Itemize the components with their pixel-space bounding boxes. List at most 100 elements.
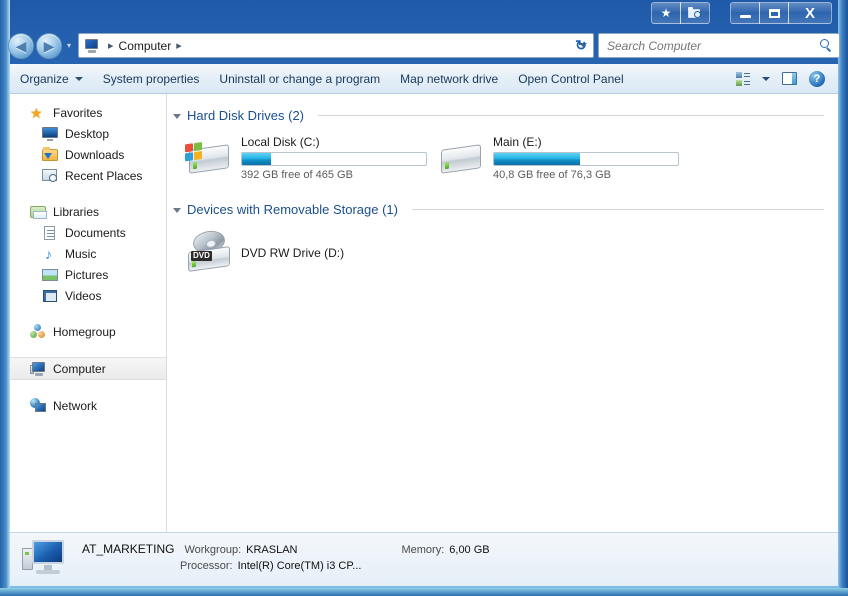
toolbar-label: Organize (20, 71, 69, 86)
breadcrumb-separator-trailing[interactable]: ▸ (171, 39, 187, 52)
pictures-icon (42, 267, 58, 283)
file-list-pane[interactable]: Hard Disk Drives (2) Local Disk (C:) 392… (167, 94, 838, 532)
sidebar-item-label: Desktop (65, 126, 110, 141)
sidebar-item-favorites[interactable]: ★ Favorites (10, 102, 166, 123)
sidebar-item-downloads[interactable]: Downloads (10, 144, 166, 165)
toolbar-label: Open Control Panel (518, 71, 624, 86)
change-view-dropdown[interactable] (758, 68, 774, 90)
group-header-devices-with-removable-storage[interactable]: Devices with Removable Storage (1) (167, 198, 830, 220)
command-toolbar: Organize System properties Uninstall or … (10, 64, 838, 94)
navigation-bar: ◀ ▶ ▾ ▸ Computer ▸ ↻ (0, 28, 848, 64)
details-pane: AT_MARKETING Workgroup: KRASLAN Memory: … (10, 532, 838, 586)
sidebar-item-label: Network (53, 398, 98, 413)
hard-drive-icon (437, 135, 485, 183)
toolbar-item-open-control-panel[interactable]: Open Control Panel (508, 68, 633, 90)
title-bar: ★ X (0, 0, 848, 28)
sidebar-item-music[interactable]: ♪ Music (10, 243, 166, 264)
system-hard-drive-icon (185, 135, 233, 183)
sidebar-item-label: Recent Places (65, 168, 143, 183)
chevron-down-icon (762, 76, 770, 81)
sidebar-item-libraries[interactable]: Libraries (10, 201, 166, 222)
navigation-pane[interactable]: ★ Favorites Desktop Downloads Recent Pla… (10, 94, 167, 532)
collapse-triangle-icon[interactable] (173, 207, 181, 213)
sidebar-item-recent-places[interactable]: Recent Places (10, 165, 166, 186)
computer-name: AT_MARKETING (82, 541, 175, 556)
close-button[interactable]: X (788, 2, 832, 24)
history-button[interactable] (680, 2, 710, 24)
processor-label: Processor: (180, 559, 233, 572)
refresh-button[interactable]: ↻ (570, 34, 592, 57)
change-view-button[interactable] (730, 68, 756, 90)
star-icon: ★ (30, 104, 43, 121)
address-bar[interactable]: ▸ Computer ▸ (78, 33, 594, 58)
minimize-button[interactable] (730, 2, 760, 24)
toolbar-item-map-network-drive[interactable]: Map network drive (390, 68, 508, 90)
toolbar-item-system-properties[interactable]: System properties (93, 68, 210, 90)
workgroup-value: KRASLAN (246, 543, 298, 556)
sidebar-item-label: Favorites (53, 105, 103, 120)
breadcrumb-item-computer[interactable]: Computer (119, 39, 172, 53)
drive-free-space: 40,8 GB free of 76,3 GB (493, 169, 612, 181)
computer-icon (30, 361, 46, 377)
toolbar-label: Map network drive (400, 71, 499, 86)
group-header-hard-disk-drives[interactable]: Hard Disk Drives (2) (167, 104, 830, 126)
back-button[interactable]: ◀ (8, 33, 34, 59)
title-bar-extra-buttons: ★ (651, 2, 710, 24)
group-rule (318, 114, 824, 116)
toolbar-item-uninstall-or-change-a-program[interactable]: Uninstall or change a program (209, 68, 390, 90)
breadcrumb-separator-leading[interactable]: ▸ (103, 39, 119, 52)
forward-button[interactable]: ▶ (36, 33, 62, 59)
folder-clock-icon (688, 7, 702, 19)
search-box[interactable] (598, 33, 840, 58)
window-frame-right (838, 0, 848, 596)
sidebar-item-homegroup[interactable]: Homegroup (10, 321, 166, 342)
downloads-folder-icon (42, 146, 58, 163)
details-line-1: AT_MARKETING Workgroup: KRASLAN Memory: … (82, 542, 838, 560)
toolbar-item-organize[interactable]: Organize (10, 68, 93, 90)
sidebar-item-pictures[interactable]: Pictures (10, 264, 166, 285)
collapse-triangle-icon[interactable] (173, 113, 181, 119)
favorites-star-button[interactable]: ★ (651, 2, 681, 24)
chevron-down-icon (74, 76, 83, 81)
back-arrow-icon: ◀ (15, 38, 27, 54)
memory-label: Memory: (401, 543, 445, 556)
sidebar-item-network[interactable]: Network (10, 395, 166, 416)
maximize-button[interactable] (759, 2, 789, 24)
group-rule (411, 208, 824, 210)
sidebar-item-documents[interactable]: Documents (10, 222, 166, 243)
computer-icon (22, 538, 72, 582)
preview-pane-button[interactable] (776, 68, 802, 90)
sidebar-item-label: Music (65, 246, 97, 261)
search-icon (819, 38, 833, 53)
sidebar-item-label: Downloads (65, 147, 125, 162)
videos-icon (42, 288, 58, 304)
sidebar-item-computer[interactable]: Computer (10, 357, 166, 380)
window-controls: X (730, 2, 832, 24)
star-icon: ★ (660, 6, 672, 20)
homegroup-icon (30, 323, 46, 340)
view-list-icon (736, 71, 750, 86)
drive-tile-local-disk-c[interactable]: Local Disk (C:) 392 GB free of 465 GB (185, 132, 437, 188)
sidebar-item-videos[interactable]: Videos (10, 285, 166, 306)
memory-value: 6,00 GB (449, 543, 490, 556)
details-line-2: Processor: Intel(R) Core(TM) i3 CP... (82, 560, 838, 578)
processor-value: Intel(R) Core(TM) i3 CP... (237, 559, 362, 572)
dvd-drive-icon: DVD (185, 229, 233, 277)
group-title: Hard Disk Drives (2) (187, 107, 305, 123)
music-icon: ♪ (45, 245, 52, 262)
help-button[interactable]: ? (804, 68, 830, 90)
documents-icon (42, 225, 58, 241)
drive-tile-dvd-rw-d[interactable]: DVD DVD RW Drive (D:) (185, 226, 437, 282)
recent-places-icon (42, 168, 58, 184)
minimize-icon (739, 15, 751, 18)
drive-name: DVD RW Drive (D:) (241, 246, 345, 260)
drive-tile-main-e[interactable]: Main (E:) 40,8 GB free of 76,3 GB (437, 132, 689, 188)
sidebar-item-label: Homegroup (53, 324, 116, 339)
sidebar-item-label: Computer (53, 361, 106, 376)
search-input[interactable] (605, 37, 819, 54)
sidebar-item-desktop[interactable]: Desktop (10, 123, 166, 144)
group-title: Devices with Removable Storage (1) (187, 201, 398, 217)
recent-pages-dropdown[interactable]: ▾ (64, 42, 74, 52)
